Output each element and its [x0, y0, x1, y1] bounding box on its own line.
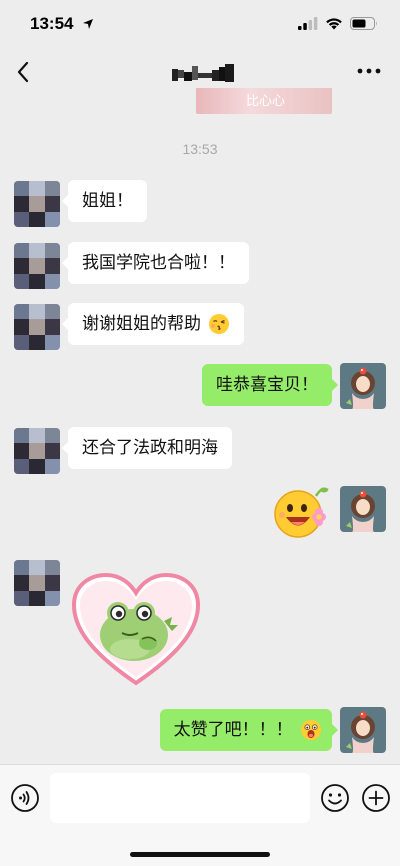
message-text: 姐姐！ — [82, 191, 133, 211]
message-bubble[interactable]: 姐姐！ — [62, 180, 147, 222]
wifi-icon — [326, 18, 342, 30]
signal-icon — [298, 17, 318, 30]
frog-heart-sticker[interactable] — [72, 573, 200, 687]
message-bubble[interactable]: 还合了法政和明海 — [62, 427, 232, 469]
contact-avatar[interactable] — [14, 428, 60, 474]
self-avatar[interactable] — [340, 363, 386, 409]
battery-icon — [350, 17, 377, 30]
message-text: 谢谢姐姐的帮助 — [82, 314, 201, 334]
message-input-bar — [0, 764, 400, 866]
message-bubble[interactable]: 我国学院也合啦！！ — [62, 242, 249, 284]
message-bubble[interactable]: 谢谢姐姐的帮助 — [61, 303, 245, 345]
contact-name-redacted — [172, 64, 234, 82]
shocked-emoji-icon — [301, 720, 321, 740]
message-bubble-self[interactable]: 哇恭喜宝贝！ — [202, 364, 338, 406]
message-bubble-self[interactable]: 太赞了吧！！！ — [159, 709, 339, 751]
previous-sticker[interactable]: 比心心 — [196, 88, 332, 114]
back-arrow-icon[interactable] — [12, 58, 36, 86]
message-text: 哇恭喜宝贝！ — [216, 375, 318, 395]
contact-avatar[interactable] — [14, 304, 60, 350]
home-indicator — [130, 852, 270, 857]
message-text: 我国学院也合啦！！ — [82, 253, 235, 273]
kissing-emoji-icon — [209, 314, 230, 334]
more-options-icon[interactable] — [356, 60, 382, 82]
happy-flower-sticker[interactable] — [272, 484, 332, 540]
message-input[interactable] — [50, 773, 310, 823]
self-avatar[interactable] — [340, 486, 386, 532]
contact-avatar[interactable] — [14, 560, 60, 606]
contact-avatar[interactable] — [14, 181, 60, 227]
status-time: 13:54 — [30, 14, 74, 33]
status-bar: 13:54 — [0, 0, 400, 50]
self-avatar[interactable] — [340, 707, 386, 753]
emoji-picker-icon[interactable] — [320, 783, 350, 813]
message-text: 太赞了吧！！！ — [173, 720, 293, 740]
message-text: 还合了法政和明海 — [82, 438, 218, 458]
voice-input-icon[interactable] — [10, 783, 40, 813]
previous-sticker-text: 比心心 — [246, 94, 286, 109]
contact-avatar[interactable] — [14, 243, 60, 289]
message-timestamp: 13:53 — [182, 141, 218, 157]
location-arrow-icon — [83, 19, 93, 29]
more-functions-plus-icon[interactable] — [361, 783, 391, 813]
